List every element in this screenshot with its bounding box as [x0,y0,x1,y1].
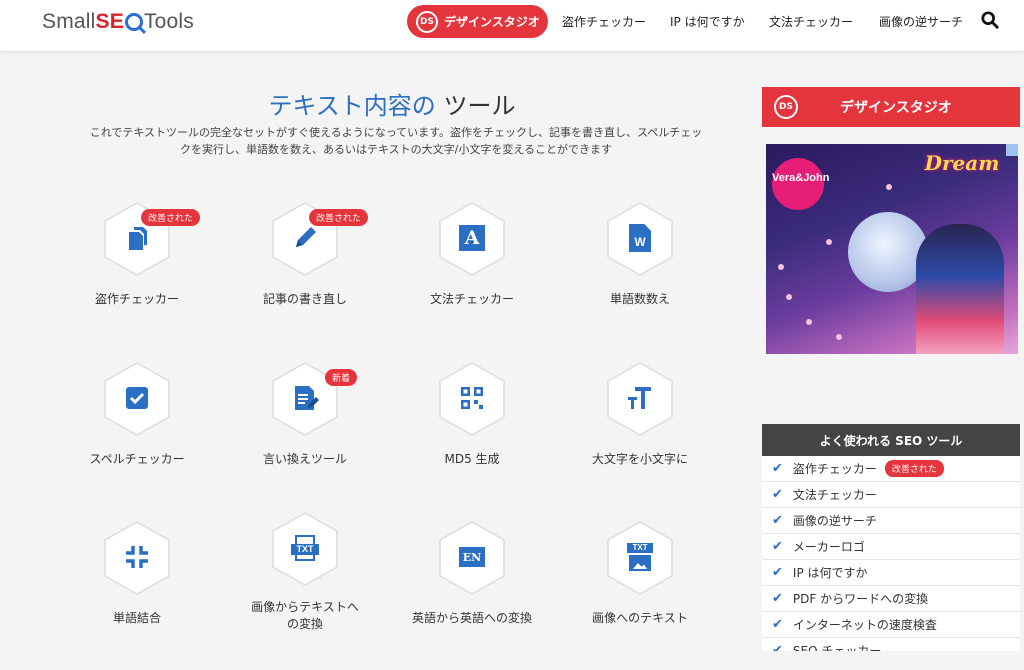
tool-article-rewriter[interactable]: 改善された 記事の書き直し [221,201,389,351]
tool-label: 盗作チェッカー [94,292,179,306]
txt-icon: TXT [290,533,320,563]
tool-label: 画像へのテキスト [592,611,688,625]
check-icon: ✔ [772,565,783,580]
tool-word-combiner[interactable]: 単語結合 [53,520,221,670]
popular-item-label: IP は何ですか [792,566,868,580]
tool-label: 文法チェッカー [429,292,514,306]
tool-english-to-english[interactable]: EN 英語から英語への変換 [388,520,556,670]
ad-choices-icon[interactable] [1006,144,1018,156]
tool-label: 画像からテキストへの変換 [251,600,359,631]
copy-icon [122,223,152,253]
checkbox-icon [122,383,152,413]
popular-item-label: PDF からワードへの変換 [792,592,929,606]
logo-text-small: Small [42,10,96,33]
popular-item-label: メーカーロゴ [792,540,865,554]
ad-character-illustration [916,224,1004,354]
popular-item-plagiarism[interactable]: ✔ 盗作チェッカー 改善された [762,456,1020,482]
letter-a-glyph: A [459,225,485,251]
ad-headline: Dream [924,151,1000,175]
logo-text-tools: Tools [143,10,194,33]
improved-badge: 改善された [884,460,944,477]
qr-icon [457,383,487,413]
popular-tools-heading: よく使われる SEO ツール [762,424,1020,456]
design-studio-icon: DS [774,95,798,119]
popular-item-seo-checker[interactable]: ✔ SEO チェッカー [762,638,1020,651]
sidebar-design-studio-banner[interactable]: DS デザインスタジオ [762,87,1020,127]
popular-seo-tools-panel: よく使われる SEO ツール ✔ 盗作チェッカー 改善された ✔ 文法チェッカー ✔ 画… [762,424,1020,651]
design-studio-icon: DS [416,10,438,33]
tool-case-converter[interactable]: 大文字を小文字に [556,361,724,511]
tool-label: スペルチェッカー [89,452,185,466]
word-doc-icon: W [625,223,655,253]
popular-item-logo-maker[interactable]: ✔ メーカーロゴ [762,534,1020,560]
check-icon: ✔ [772,487,783,502]
popular-item-label: インターネットの速度検査 [792,618,937,632]
txt-image-icon: TXT [625,542,655,572]
tool-label: MD5 生成 [444,452,500,466]
check-icon: ✔ [772,539,783,554]
txt-label-glyph: TXT [627,543,653,553]
popular-item-reverse-image[interactable]: ✔ 画像の逆サーチ [762,508,1020,534]
page-title-blue: テキスト内容の [268,92,436,120]
nav-reverse-image[interactable]: 画像の逆サーチ [879,13,963,30]
nav-what-is-ip[interactable]: IP は何ですか [670,13,745,30]
check-icon: ✔ [772,617,783,632]
check-icon: ✔ [772,461,783,476]
tool-image-to-text[interactable]: TXT 画像からテキストへの変換 [221,511,389,661]
popular-item-label: 盗作チェッカー [792,462,877,476]
txt-label-glyph: TXT [291,544,319,555]
ad-brand-logo: Vera&John [772,158,829,210]
tool-md5-generator[interactable]: MD5 生成 [388,361,556,511]
page-description: これでテキストツールの完全なセットがすぐ使えるようになっています。盗作をチェック… [89,126,703,156]
nav-plagiarism[interactable]: 盗作チェッカー [562,13,646,30]
compress-icon [122,542,152,572]
popular-item-label: 画像の逆サーチ [792,514,877,528]
improved-badge: 改善された [141,209,201,226]
doc-edit-icon [290,383,320,413]
check-icon: ✔ [772,513,783,528]
improved-badge: 改善された [309,209,369,226]
tool-label: 記事の書き直し [262,292,347,306]
en-glyph: EN [459,547,485,567]
check-icon: ✔ [772,591,783,606]
tool-paraphrasing[interactable]: 新着 言い換えツール [221,361,389,511]
popular-item-what-is-ip[interactable]: ✔ IP は何ですか [762,560,1020,586]
en-icon: EN [457,542,487,572]
top-header: Small SE Tools DS デザインスタジオ 盗作チェッカー IP は何です… [0,0,1024,52]
tool-grammar-checker[interactable]: A 文法チェッカー [388,201,556,351]
tool-label: 大文字を小文字に [591,452,688,466]
popular-item-label: 文法チェッカー [792,488,877,502]
tool-spell-checker[interactable]: スペルチェッカー [53,361,221,511]
popular-item-label: SEO チェッカー [792,644,882,651]
page-title-dark: ツール [443,92,516,120]
tool-word-counter[interactable]: W 単語数数え [556,201,724,351]
design-studio-button[interactable]: DS デザインスタジオ [407,5,548,38]
tool-label: 言い換えツール [262,452,347,466]
check-icon: ✔ [772,643,783,651]
new-badge: 新着 [325,369,358,386]
text-case-icon [625,383,655,413]
site-logo[interactable]: Small SE Tools [42,10,194,34]
popular-item-pdf-to-word[interactable]: ✔ PDF からワードへの変換 [762,586,1020,612]
advertisement-banner[interactable]: Vera&John Dream [766,144,1018,354]
tool-label: 単語数数え [609,292,670,306]
tool-label: 単語結合 [112,611,161,625]
design-studio-label: デザインスタジオ [444,15,540,29]
page-title: テキスト内容の ツール [0,86,784,121]
popular-item-speed-test[interactable]: ✔ インターネットの速度検査 [762,612,1020,638]
sidebar-banner-label: デザインスタジオ [840,100,952,116]
magnifier-logo-icon [124,13,143,31]
nav-grammar[interactable]: 文法チェッカー [769,13,853,30]
tool-label: 英語から英語への変換 [411,611,532,625]
pencil-icon [290,223,320,253]
popular-item-grammar[interactable]: ✔ 文法チェッカー [762,482,1020,508]
letter-w-glyph: W [629,224,651,252]
tool-plagiarism-checker[interactable]: 改善された 盗作チェッカー [53,201,221,351]
logo-text-seo: SE [95,10,124,33]
letter-a-icon: A [457,223,487,253]
search-icon[interactable] [981,11,999,29]
tool-text-to-image[interactable]: TXT 画像へのテキスト [556,520,724,670]
